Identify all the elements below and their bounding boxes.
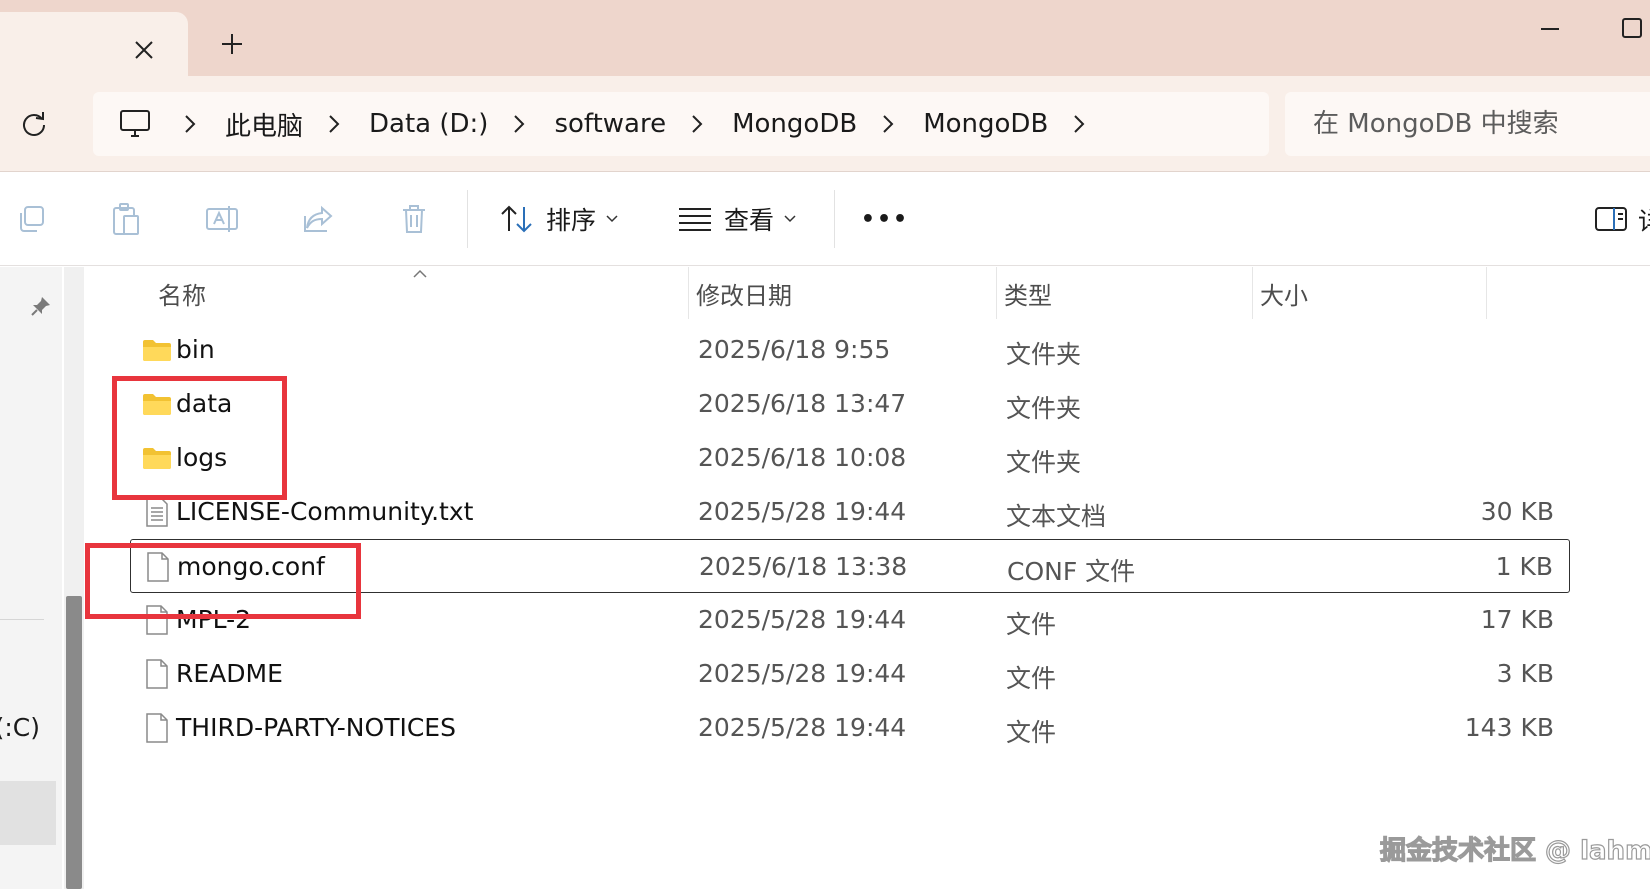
file-size: 17 KB (1480, 605, 1554, 634)
sort-button[interactable]: 排序 (500, 194, 618, 244)
view-label: 查看 (724, 206, 775, 235)
toolbar-divider (834, 190, 835, 248)
column-header-type[interactable]: 类型 (1004, 267, 1052, 319)
chevron-right-icon[interactable] (873, 104, 903, 144)
text-file-icon (142, 497, 172, 527)
file-date: 2025/6/18 9:55 (698, 335, 891, 364)
column-header-date[interactable]: 修改日期 (696, 267, 792, 319)
share-icon[interactable] (295, 196, 341, 242)
file-type: 文件 (1006, 610, 1057, 639)
file-name: LICENSE-Community.txt (176, 497, 474, 526)
file-icon (142, 659, 172, 689)
annotation-box-data-logs (112, 376, 287, 500)
search-box[interactable] (1285, 92, 1650, 156)
column-divider[interactable] (688, 267, 689, 319)
folder-icon (142, 335, 172, 365)
paste-icon[interactable] (103, 196, 149, 242)
file-icon (142, 713, 172, 743)
chevron-right-icon[interactable] (319, 104, 349, 144)
file-type: 文件 (1006, 718, 1057, 747)
column-divider[interactable] (1486, 267, 1487, 319)
file-row-data[interactable]: data 2025/6/18 13:47 文件夹 (130, 377, 1570, 431)
address-row: 此电脑 Data (D:) software MongoDB MongoDB (0, 76, 1650, 172)
file-date: 2025/5/28 19:44 (698, 659, 907, 688)
file-name: README (176, 659, 283, 688)
file-row-license[interactable]: LICENSE-Community.txt 2025/5/28 19:44 文本… (130, 485, 1570, 539)
breadcrumb-mongodb-current[interactable]: MongoDB (923, 109, 1048, 139)
file-date: 2025/6/18 13:47 (698, 389, 907, 418)
file-size: 30 KB (1480, 497, 1554, 526)
column-header-name[interactable]: 名称 (158, 267, 206, 319)
watermark: 掘金技术社区 @ lahm (1379, 835, 1650, 866)
details-pane-icon[interactable] (1588, 196, 1634, 242)
view-list-icon (679, 208, 711, 231)
file-size: 1 KB (1495, 552, 1553, 581)
plus-icon[interactable] (212, 24, 252, 64)
title-bar (0, 0, 1650, 76)
delete-icon[interactable] (391, 196, 437, 242)
chevron-right-icon[interactable] (682, 104, 712, 144)
file-name: THIRD-PARTY-NOTICES (176, 713, 456, 742)
file-date: 2025/5/28 19:44 (698, 497, 907, 526)
close-icon[interactable] (124, 30, 164, 70)
file-type: 文件夹 (1006, 448, 1082, 477)
file-explorer-window: 此电脑 Data (D:) software MongoDB MongoDB 在… (0, 0, 1650, 889)
chevron-down-icon (784, 215, 796, 223)
sort-icon (501, 205, 532, 233)
chevron-right-icon[interactable] (504, 104, 534, 144)
file-type: CONF 文件 (1007, 557, 1136, 586)
column-divider[interactable] (996, 267, 997, 319)
toolbar-divider (467, 190, 468, 248)
details-pane-label[interactable]: 详 (1638, 202, 1650, 238)
file-name: bin (176, 335, 215, 364)
more-options-button[interactable]: ••• (860, 196, 910, 242)
more-icon: ••• (860, 206, 910, 232)
copy-icon[interactable] (8, 196, 54, 242)
file-date: 2025/6/18 13:38 (699, 552, 908, 581)
breadcrumb-this-pc[interactable]: 此电脑 (225, 106, 303, 143)
file-type: 文本文档 (1006, 502, 1107, 531)
chevron-right-icon[interactable] (175, 104, 205, 144)
file-date: 2025/5/28 19:44 (698, 605, 907, 634)
column-divider[interactable] (1252, 267, 1253, 319)
file-size: 143 KB (1464, 713, 1554, 742)
file-row-logs[interactable]: logs 2025/6/18 10:08 文件夹 (130, 431, 1570, 485)
file-date: 2025/6/18 10:08 (698, 443, 907, 472)
column-header-size[interactable]: 大小 (1260, 267, 1308, 319)
nav-item-selected[interactable] (0, 781, 56, 845)
file-row-readme[interactable]: README 2025/5/28 19:44 文件 3 KB (130, 647, 1570, 701)
pin-icon[interactable] (26, 291, 56, 321)
minimize-icon[interactable] (1530, 8, 1570, 48)
file-type: 文件 (1006, 664, 1057, 693)
nav-scrollbar-thumb[interactable] (66, 596, 82, 889)
breadcrumb-mongodb[interactable]: MongoDB (732, 109, 857, 139)
breadcrumb-data-drive[interactable]: Data (D:) (369, 109, 488, 139)
refresh-icon[interactable] (12, 102, 56, 146)
nav-item-drive-c[interactable]: (C:) (0, 713, 40, 742)
rename-icon[interactable] (199, 196, 245, 242)
navigation-pane: (C:) (0, 267, 62, 889)
file-size: 3 KB (1496, 659, 1554, 688)
computer-icon[interactable] (111, 100, 159, 148)
maximize-icon[interactable] (1612, 8, 1650, 48)
file-date: 2025/5/28 19:44 (698, 713, 907, 742)
nav-divider (0, 619, 44, 620)
sort-label: 排序 (546, 206, 597, 235)
view-button[interactable]: 查看 (678, 194, 796, 244)
search-input[interactable] (1313, 109, 1650, 139)
file-row-third-party-notices[interactable]: THIRD-PARTY-NOTICES 2025/5/28 19:44 文件 1… (130, 701, 1570, 755)
command-bar: 排序 查看 ••• 详 (0, 172, 1650, 266)
file-type: 文件夹 (1006, 394, 1082, 423)
chevron-down-icon (606, 215, 618, 223)
chevron-right-icon[interactable] (1064, 104, 1094, 144)
explorer-tab[interactable] (0, 12, 188, 76)
breadcrumb-software[interactable]: software (554, 109, 666, 139)
address-bar[interactable]: 此电脑 Data (D:) software MongoDB MongoDB (93, 92, 1269, 156)
file-type: 文件夹 (1006, 340, 1082, 369)
file-row-bin[interactable]: bin 2025/6/18 9:55 文件夹 (130, 323, 1570, 377)
annotation-box-mongo-conf (85, 543, 361, 619)
sort-ascending-icon (410, 267, 430, 281)
